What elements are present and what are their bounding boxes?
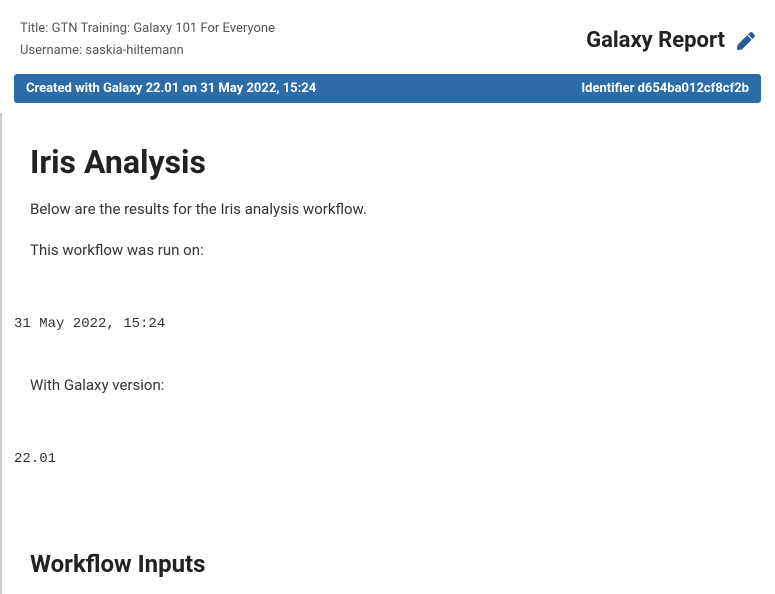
header-meta: Title: GTN Training: Galaxy 101 For Ever… [20,18,275,62]
main-content: Iris Analysis Below are the results for … [0,113,775,594]
content-inner-2: With Galaxy version: [2,357,775,426]
ribbon-identifier-text: Identifier d654ba012cf8cf2b [581,81,749,96]
intro-paragraph: Below are the results for the Iris analy… [30,199,747,220]
analysis-heading: Iris Analysis [30,143,747,181]
ribbon-created-text: Created with Galaxy 22.01 on 31 May 2022… [26,81,316,96]
run-date-value: 31 May 2022, 15:24 [0,291,775,357]
header-right: Galaxy Report [586,18,755,53]
username-label: Username: [20,43,82,58]
title-label: Title: [20,21,48,36]
info-ribbon: Created with Galaxy 22.01 on 31 May 2022… [14,74,761,103]
report-title: Galaxy Report [586,28,725,53]
inputs-heading: Workflow Inputs [30,550,747,578]
version-value: 22.01 [0,426,775,492]
username-value: saskia-hiltemann [85,43,183,58]
title-value: GTN Training: Galaxy 101 For Everyone [52,21,275,36]
content-inner-3: Workflow Inputs [2,492,775,594]
version-paragraph: With Galaxy version: [30,375,747,396]
title-row: Title: GTN Training: Galaxy 101 For Ever… [20,18,275,40]
username-row: Username: saskia-hiltemann [20,40,275,62]
edit-icon[interactable] [737,32,755,50]
page-header: Title: GTN Training: Galaxy 101 For Ever… [0,0,775,70]
run-on-paragraph: This workflow was run on: [30,240,747,261]
content-inner: Iris Analysis Below are the results for … [2,113,775,291]
